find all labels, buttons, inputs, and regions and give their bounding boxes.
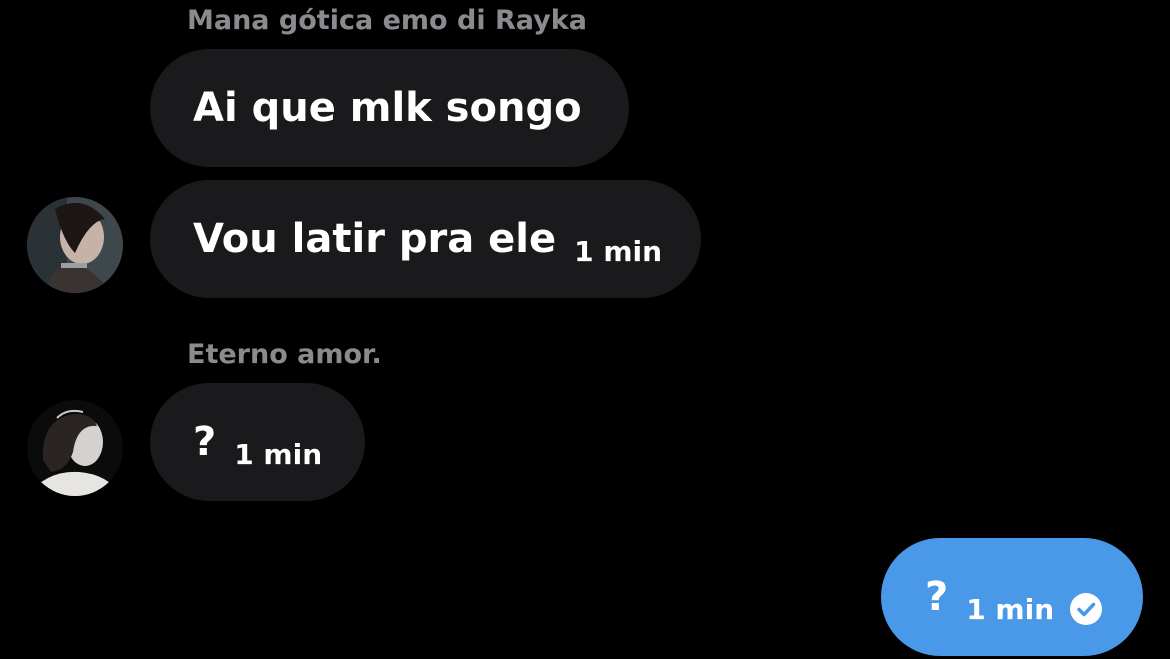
message-timestamp: 1 min [234, 437, 323, 471]
message-text: ? [193, 419, 217, 465]
message-bubble[interactable]: Ai que mlk songo [150, 49, 629, 167]
avatar[interactable] [27, 400, 123, 496]
check-circle-icon [1070, 593, 1103, 625]
avatar-image [27, 400, 123, 496]
sender-name: Mana gótica emo di Rayka [187, 5, 587, 36]
chat-conversation: Mana gótica emo di Rayka Ai que mlk song… [0, 0, 1170, 659]
sender-name: Eterno amor. [187, 339, 382, 370]
outgoing-message-bubble[interactable]: ? 1 min [881, 538, 1143, 656]
message-timestamp: 1 min [966, 592, 1055, 626]
avatar[interactable] [27, 197, 123, 293]
message-bubble[interactable]: ? 1 min [150, 383, 365, 501]
message-text: Vou latir pra ele [193, 216, 557, 262]
message-text: ? [925, 574, 949, 620]
message-text: Ai que mlk songo [193, 85, 582, 131]
message-bubble[interactable]: Vou latir pra ele 1 min [150, 180, 701, 298]
message-timestamp: 1 min [574, 234, 663, 268]
avatar-image [27, 197, 123, 293]
